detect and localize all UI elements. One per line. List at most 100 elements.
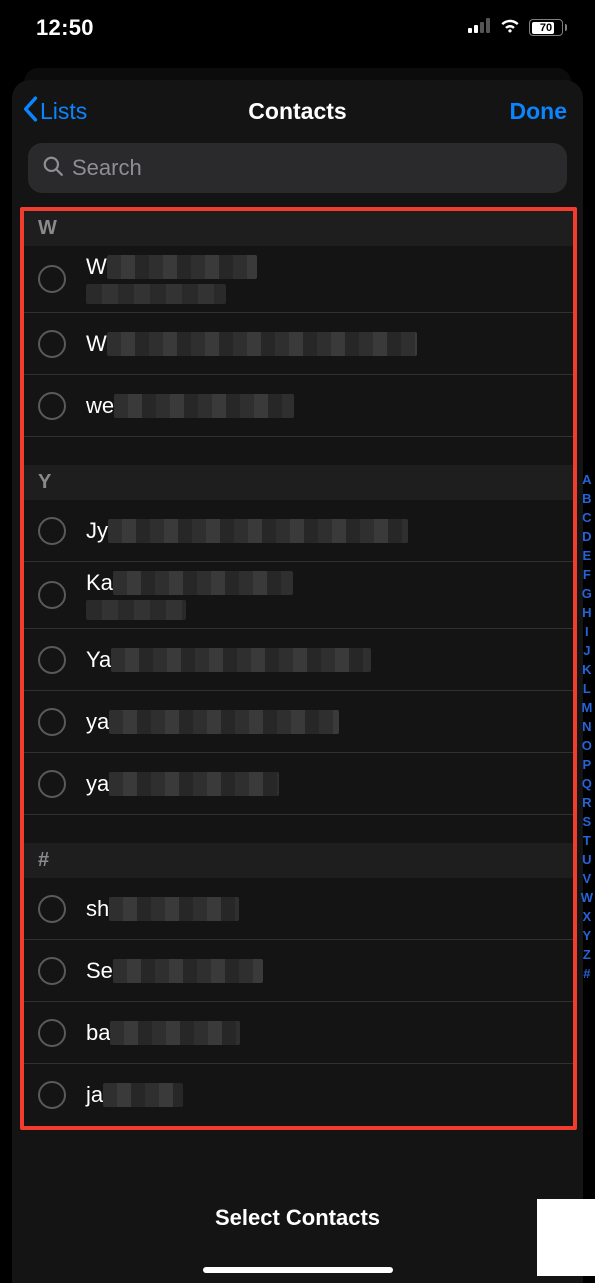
radio-unchecked-icon[interactable] bbox=[38, 895, 66, 923]
select-contacts-button[interactable]: Select Contacts bbox=[215, 1205, 380, 1231]
radio-unchecked-icon[interactable] bbox=[38, 770, 66, 798]
contact-row[interactable]: W bbox=[24, 313, 573, 375]
search-input[interactable]: Search bbox=[28, 143, 567, 193]
contact-row[interactable]: Se bbox=[24, 940, 573, 1002]
redacted-name bbox=[109, 897, 239, 921]
index-letter[interactable]: E bbox=[583, 546, 592, 565]
contact-row[interactable]: ba bbox=[24, 1002, 573, 1064]
contact-name-prefix: Ya bbox=[86, 647, 111, 673]
radio-unchecked-icon[interactable] bbox=[38, 517, 66, 545]
index-letter[interactable]: L bbox=[583, 679, 591, 698]
redacted-name bbox=[113, 571, 293, 595]
index-letter[interactable]: Z bbox=[583, 945, 591, 964]
contact-name-prefix: sh bbox=[86, 896, 109, 922]
index-letter[interactable]: W bbox=[581, 888, 593, 907]
nav-bar: Lists Contacts Done bbox=[12, 80, 583, 143]
index-letter[interactable]: P bbox=[583, 755, 592, 774]
contact-row[interactable]: we bbox=[24, 375, 573, 437]
search-icon bbox=[42, 155, 64, 182]
contact-name-prefix: W bbox=[86, 331, 107, 357]
wifi-icon bbox=[499, 17, 521, 38]
redacted-subtitle bbox=[86, 284, 226, 304]
contact-row[interactable]: ja bbox=[24, 1064, 573, 1126]
index-letter[interactable]: J bbox=[583, 641, 590, 660]
contact-row[interactable]: Jy bbox=[24, 500, 573, 562]
contacts-sheet: Lists Contacts Done Search WWWweYJyKaYay… bbox=[12, 80, 583, 1283]
contact-name-prefix: Jy bbox=[86, 518, 108, 544]
search-container: Search bbox=[12, 143, 583, 207]
radio-unchecked-icon[interactable] bbox=[38, 330, 66, 358]
cellular-icon bbox=[468, 18, 491, 38]
index-letter[interactable]: I bbox=[585, 622, 589, 641]
section-header: # bbox=[24, 843, 573, 878]
status-bar: 12:50 70 bbox=[0, 0, 595, 55]
contact-row[interactable]: ya bbox=[24, 691, 573, 753]
index-letter[interactable]: F bbox=[583, 565, 591, 584]
section-header: Y bbox=[24, 465, 573, 500]
contact-name-prefix: ya bbox=[86, 709, 109, 735]
contact-name-prefix: ba bbox=[86, 1020, 110, 1046]
radio-unchecked-icon[interactable] bbox=[38, 392, 66, 420]
status-time: 12:50 bbox=[36, 15, 94, 41]
contact-row[interactable]: Ka bbox=[24, 562, 573, 629]
redacted-name bbox=[107, 255, 257, 279]
radio-unchecked-icon[interactable] bbox=[38, 957, 66, 985]
radio-unchecked-icon[interactable] bbox=[38, 1081, 66, 1109]
contact-row[interactable]: W bbox=[24, 246, 573, 313]
index-letter[interactable]: V bbox=[583, 869, 592, 888]
contact-row[interactable]: sh bbox=[24, 878, 573, 940]
contact-name-prefix: W bbox=[86, 254, 107, 280]
contact-name-prefix: Ka bbox=[86, 570, 113, 596]
redacted-subtitle bbox=[86, 600, 186, 620]
index-letter[interactable]: # bbox=[583, 964, 590, 983]
back-button[interactable]: Lists bbox=[22, 96, 87, 128]
search-placeholder: Search bbox=[72, 155, 142, 181]
index-letter[interactable]: Q bbox=[582, 774, 592, 793]
redacted-name bbox=[103, 1083, 183, 1107]
redacted-name bbox=[107, 332, 417, 356]
index-letter[interactable]: S bbox=[583, 812, 592, 831]
index-letter[interactable]: A bbox=[582, 470, 591, 489]
radio-unchecked-icon[interactable] bbox=[38, 1019, 66, 1047]
contact-name-prefix: ya bbox=[86, 771, 109, 797]
index-letter[interactable]: U bbox=[582, 850, 591, 869]
redacted-name bbox=[108, 519, 408, 543]
redacted-name bbox=[113, 959, 263, 983]
index-letter[interactable]: C bbox=[582, 508, 591, 527]
radio-unchecked-icon[interactable] bbox=[38, 646, 66, 674]
contact-name-prefix: ja bbox=[86, 1082, 103, 1108]
alpha-index[interactable]: ABCDEFGHIJKLMNOPQRSTUVWXYZ# bbox=[581, 470, 593, 983]
index-letter[interactable]: G bbox=[582, 584, 592, 603]
home-indicator[interactable] bbox=[203, 1267, 393, 1273]
index-letter[interactable]: Y bbox=[583, 926, 592, 945]
index-letter[interactable]: M bbox=[581, 698, 592, 717]
chevron-left-icon bbox=[22, 96, 38, 128]
index-letter[interactable]: X bbox=[583, 907, 592, 926]
contact-name-prefix: Se bbox=[86, 958, 113, 984]
index-letter[interactable]: D bbox=[582, 527, 591, 546]
index-letter[interactable]: K bbox=[582, 660, 591, 679]
radio-unchecked-icon[interactable] bbox=[38, 581, 66, 609]
index-letter[interactable]: B bbox=[582, 489, 591, 508]
index-letter[interactable]: H bbox=[582, 603, 591, 622]
back-label: Lists bbox=[40, 98, 87, 125]
battery-percent: 70 bbox=[540, 22, 552, 34]
radio-unchecked-icon[interactable] bbox=[38, 265, 66, 293]
index-letter[interactable]: O bbox=[582, 736, 592, 755]
battery-icon: 70 bbox=[529, 19, 567, 36]
contact-row[interactable]: Ya bbox=[24, 629, 573, 691]
status-right: 70 bbox=[468, 17, 567, 38]
redacted-name bbox=[109, 710, 339, 734]
contacts-list-highlighted: WWWweYJyKaYayaya#shSebaja bbox=[20, 207, 577, 1130]
redacted-name bbox=[109, 772, 279, 796]
index-letter[interactable]: N bbox=[582, 717, 591, 736]
done-button[interactable]: Done bbox=[510, 98, 568, 125]
redacted-name bbox=[110, 1021, 240, 1045]
contact-row[interactable]: ya bbox=[24, 753, 573, 815]
white-overlay-box bbox=[537, 1199, 595, 1276]
redacted-name bbox=[111, 648, 371, 672]
contact-name-prefix: we bbox=[86, 393, 114, 419]
index-letter[interactable]: R bbox=[582, 793, 591, 812]
index-letter[interactable]: T bbox=[583, 831, 591, 850]
radio-unchecked-icon[interactable] bbox=[38, 708, 66, 736]
